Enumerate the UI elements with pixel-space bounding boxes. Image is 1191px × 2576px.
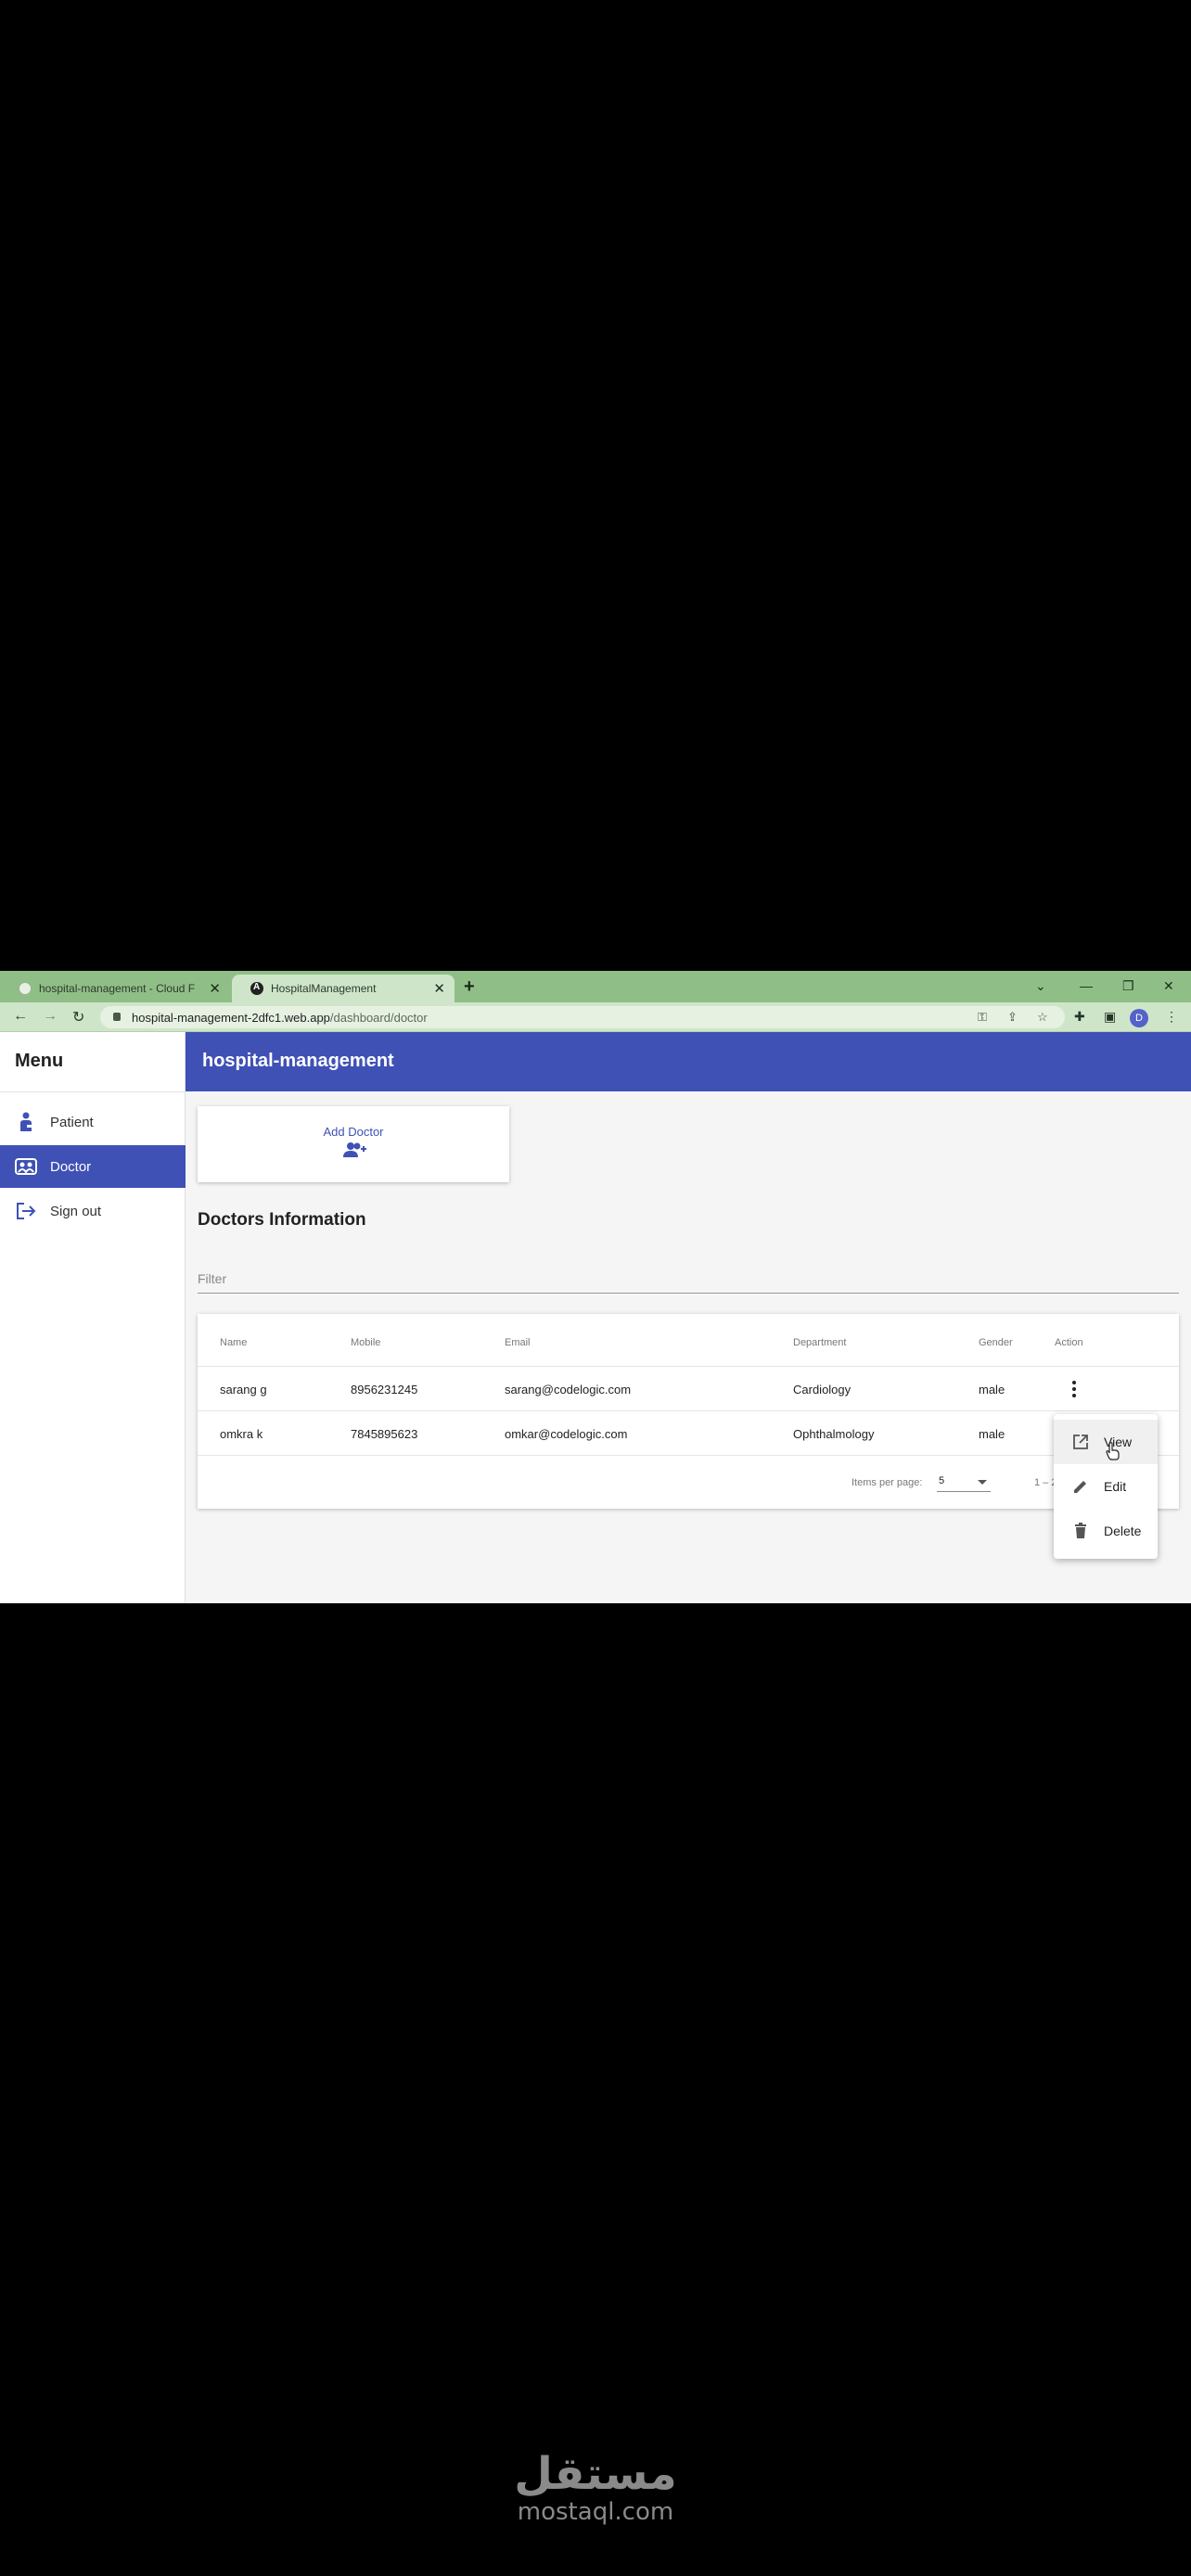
sidebar-item-label: Doctor	[50, 1158, 92, 1175]
profile-avatar[interactable]: D	[1130, 1009, 1148, 1027]
bookmark-star-icon[interactable]: ☆	[1037, 1010, 1048, 1025]
tab-search-icon[interactable]: ⌄	[1035, 978, 1046, 994]
close-window-icon[interactable]: ✕	[1163, 978, 1174, 994]
row-divider	[198, 1410, 1179, 1411]
page-size-value: 5	[939, 1475, 945, 1486]
tab-label: HospitalManagement	[271, 982, 377, 995]
column-header-action: Action	[1055, 1337, 1083, 1348]
more-vert-icon[interactable]	[1071, 1379, 1077, 1399]
url-text: hospital-management-2dfc1.web.app/dashbo…	[132, 1011, 428, 1025]
minimize-icon[interactable]: —	[1080, 978, 1093, 993]
column-header-department[interactable]: Department	[793, 1337, 846, 1348]
sidebar-item-sign-out[interactable]: Sign out	[0, 1190, 186, 1232]
menu-item-label: Delete	[1104, 1524, 1142, 1538]
sidebar-item-label: Patient	[50, 1114, 94, 1130]
cell-gender: male	[979, 1383, 1005, 1396]
restore-icon[interactable]: ❐	[1122, 978, 1134, 994]
doctors-table: Name Mobile Email Department Gender Acti…	[198, 1314, 1179, 1509]
dropdown-arrow-icon	[978, 1480, 987, 1485]
browser-menu-icon[interactable]: ⋮	[1165, 1009, 1178, 1025]
add-person-icon	[342, 1141, 366, 1163]
menu-item-edit[interactable]: Edit	[1054, 1464, 1158, 1509]
cell-gender: male	[979, 1427, 1005, 1441]
browser-window: hospital-management - Cloud F ✕ Hospital…	[0, 971, 1191, 1603]
app-title: hospital-management	[202, 1051, 394, 1071]
add-doctor-label: Add Doctor	[323, 1125, 384, 1139]
action-menu: View Edit Delete	[1054, 1414, 1158, 1559]
cell-department: Ophthalmology	[793, 1427, 875, 1441]
edit-pencil-icon	[1070, 1476, 1091, 1497]
column-header-gender[interactable]: Gender	[979, 1337, 1013, 1348]
forward-icon[interactable]: →	[43, 1008, 58, 1025]
cell-department: Cardiology	[793, 1383, 852, 1396]
sidebar-item-label: Sign out	[50, 1203, 102, 1219]
doctor-icon	[15, 1155, 37, 1178]
sidebar: Menu Patient Doctor Sign out	[0, 1032, 186, 1603]
screen: hospital-management - Cloud F ✕ Hospital…	[0, 0, 1191, 2576]
angular-icon	[250, 982, 263, 995]
watermark-arabic: مستقل	[514, 2448, 677, 2500]
watermark-latin: mostaql.com	[517, 2498, 674, 2526]
column-header-name[interactable]: Name	[220, 1337, 247, 1348]
row-divider	[198, 1455, 1179, 1456]
sign-out-icon	[15, 1200, 37, 1222]
divider	[0, 1091, 186, 1092]
menu-item-label: Edit	[1104, 1479, 1127, 1494]
items-per-page-label: Items per page:	[852, 1477, 923, 1488]
close-tab-icon[interactable]: ✕	[209, 980, 221, 997]
app-toolbar: hospital-management	[186, 1032, 1191, 1091]
back-icon[interactable]: ←	[13, 1008, 28, 1025]
menu-item-delete[interactable]: Delete	[1054, 1509, 1158, 1553]
cell-mobile: 8956231245	[351, 1383, 418, 1396]
main-content: Add Doctor Doctors Information Name Mobi…	[186, 1091, 1191, 1603]
sidebar-title: Menu	[15, 1051, 64, 1071]
close-tab-icon[interactable]: ✕	[433, 980, 445, 997]
url-host: hospital-management-2dfc1.web.app	[132, 1011, 330, 1025]
share-icon[interactable]: ⇪	[1007, 1010, 1018, 1025]
side-panel-icon[interactable]: ▣	[1104, 1009, 1116, 1025]
tab-favicon-icon	[19, 982, 32, 995]
cell-name: sarang g	[220, 1383, 267, 1396]
cell-name: omkra k	[220, 1427, 263, 1441]
key-icon[interactable]: ⚿	[978, 1010, 987, 1025]
lock-icon	[113, 1013, 121, 1021]
url-path: /dashboard/doctor	[329, 1011, 428, 1025]
add-doctor-button[interactable]: Add Doctor	[198, 1106, 509, 1182]
tab-strip: hospital-management - Cloud F ✕ Hospital…	[0, 971, 1191, 1002]
open-in-new-icon	[1070, 1432, 1091, 1452]
new-tab-icon[interactable]: +	[464, 976, 475, 998]
sidebar-item-patient[interactable]: Patient	[0, 1101, 186, 1143]
address-bar[interactable]: hospital-management-2dfc1.web.app/dashbo…	[100, 1006, 1065, 1028]
delete-trash-icon	[1070, 1521, 1091, 1541]
column-header-mobile[interactable]: Mobile	[351, 1337, 380, 1348]
browser-toolbar: ← → ↻ hospital-management-2dfc1.web.app/…	[0, 1002, 1191, 1032]
filter-field[interactable]	[198, 1266, 1179, 1294]
cell-email: omkar@codelogic.com	[505, 1427, 628, 1441]
page-size-select[interactable]: 5	[937, 1473, 991, 1492]
filter-input[interactable]	[198, 1266, 1179, 1292]
tab-hospital-management[interactable]: HospitalManagement ✕	[232, 975, 455, 1002]
section-title: Doctors Information	[198, 1210, 366, 1230]
row-divider	[198, 1366, 1179, 1367]
extensions-icon[interactable]: ✚	[1074, 1009, 1085, 1025]
patient-icon	[15, 1111, 37, 1133]
tab-cloud-firestore[interactable]: hospital-management - Cloud F ✕	[0, 975, 230, 1002]
hand-cursor-icon	[1106, 1442, 1121, 1465]
cell-mobile: 7845895623	[351, 1427, 418, 1441]
reload-icon[interactable]: ↻	[72, 1008, 84, 1027]
sidebar-item-doctor[interactable]: Doctor	[0, 1145, 186, 1188]
tab-label: hospital-management - Cloud F	[39, 982, 196, 995]
column-header-email[interactable]: Email	[505, 1337, 531, 1348]
cell-email: sarang@codelogic.com	[505, 1383, 632, 1396]
